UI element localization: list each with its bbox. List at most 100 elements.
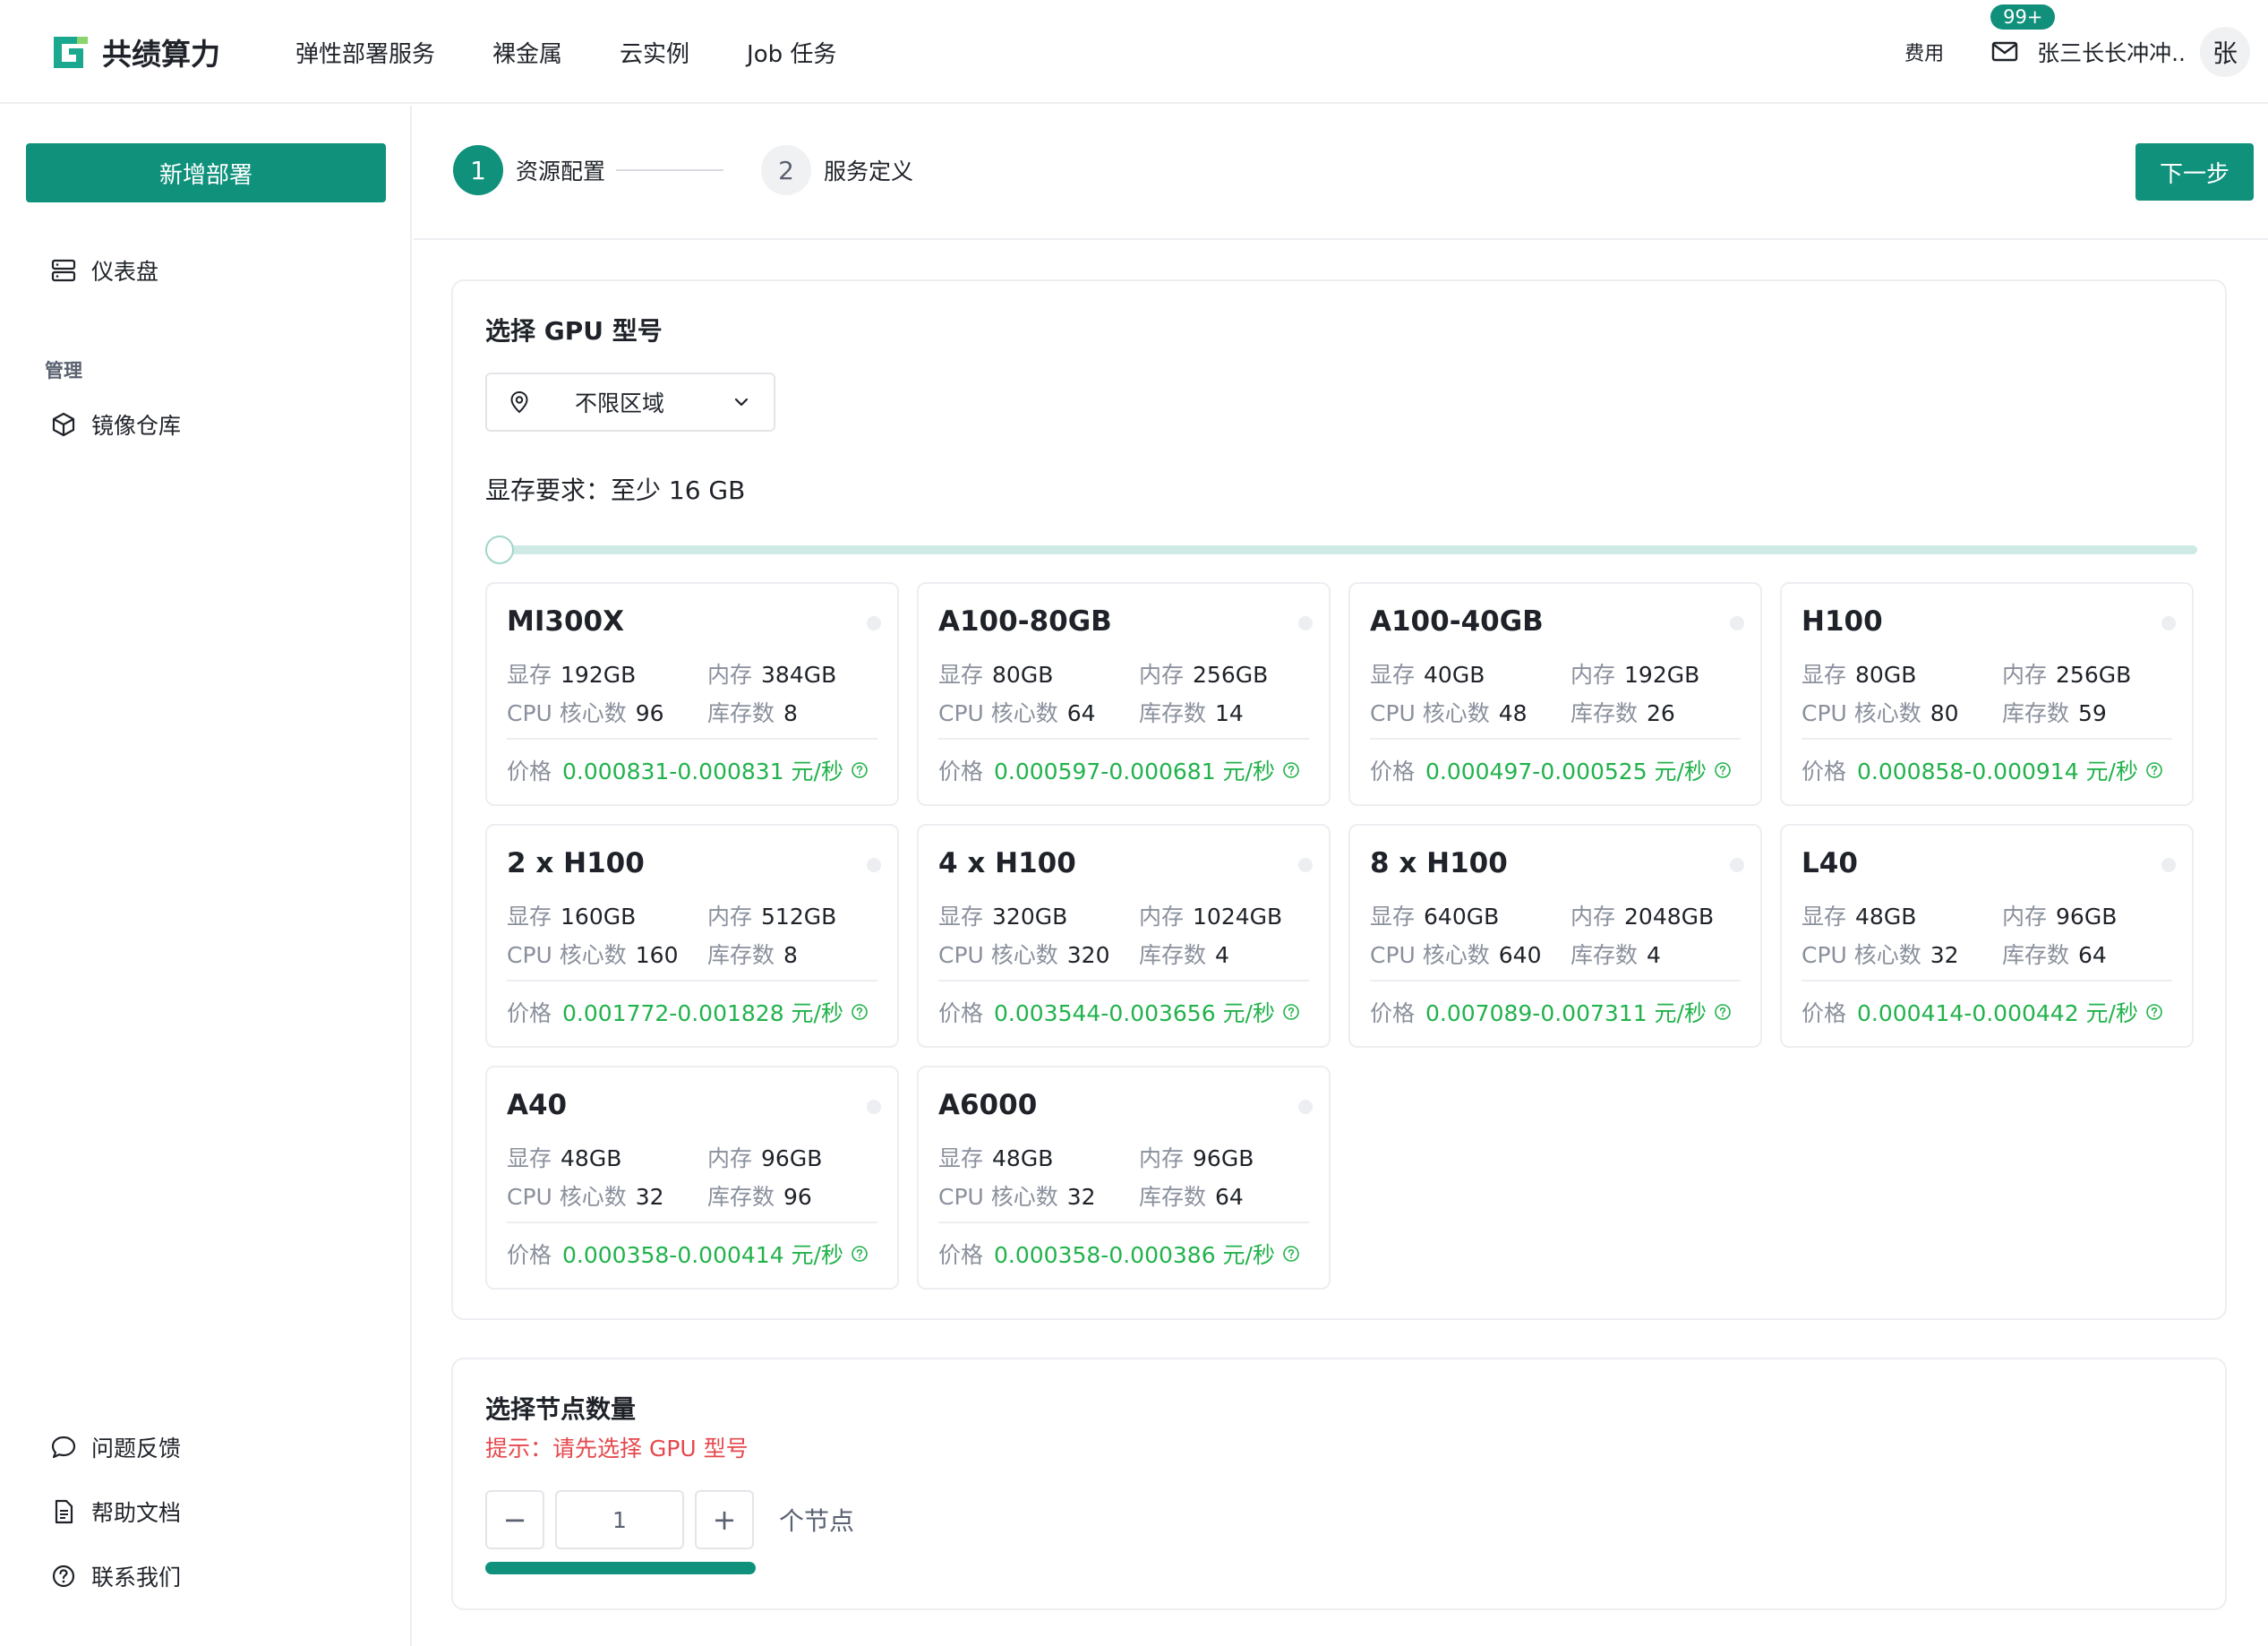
fee-link[interactable]: 费用 [1904,38,1944,66]
gpu-radio[interactable] [1298,616,1313,630]
spec-value: 64 [2078,942,2107,968]
gpu-card[interactable]: 4 x H100 显存 320GB 内存 1024GB CPU 核心数 320 库存数 4 价格 0… [917,824,1331,1048]
question-circle-icon[interactable] [851,1245,869,1263]
gpu-price: 价格 0.000597-0.000681 元/秒 [938,754,1300,786]
gpu-select-panel: 选择 GPU 型号 不限区域 显存要求：至少 16 GB MI300X 显存 192… [451,279,2227,1320]
question-circle-icon[interactable] [2145,1003,2163,1021]
spec-key: 内存 [1570,904,1616,930]
card-divider [938,1222,1309,1223]
mail-button[interactable]: 99+ [1990,4,2056,67]
nav-cloud-instance[interactable]: 云实例 [620,36,689,69]
node-section-title: 选择节点数量 [485,1394,637,1424]
nav-job-task[interactable]: Job 任务 [747,36,836,69]
question-circle-icon[interactable] [1282,1245,1300,1263]
price-key: 价格 [1802,759,1847,784]
gpu-radio[interactable] [867,1100,881,1114]
brand-logo[interactable]: 共绩算力 [50,30,220,73]
question-circle-icon[interactable] [2145,761,2163,779]
spec-key: CPU 核心数 [1370,942,1490,968]
gpu-card[interactable]: A100-40GB 显存 40GB 内存 192GB CPU 核心数 48 库存数 26 价格 0.… [1348,582,1762,806]
new-deployment-button[interactable]: 新增部署 [26,143,386,202]
gpu-card[interactable]: A6000 显存 48GB 内存 96GB CPU 核心数 32 库存数 64 价格 0.00035… [917,1066,1331,1290]
step-service-definition[interactable]: 2 服务定义 [761,145,913,195]
decrement-button[interactable]: − [485,1490,544,1549]
spec-key: 内存 [707,1145,753,1171]
sidebar-item-label: 帮助文档 [91,1500,182,1526]
gpu-card[interactable]: 2 x H100 显存 160GB 内存 512GB CPU 核心数 160 库存数 8 价格 0.… [485,824,899,1048]
question-circle-icon[interactable] [851,1003,869,1021]
gpu-card[interactable]: 8 x H100 显存 640GB 内存 2048GB CPU 核心数 640 库存数 4 价格 0… [1348,824,1762,1048]
gpu-card[interactable]: H100 显存 80GB 内存 256GB CPU 核心数 80 库存数 59 价格 0.00085… [1780,582,2194,806]
spec-key: 库存数 [1139,700,1207,726]
mail-badge: 99+ [1990,4,2056,30]
question-circle-icon[interactable] [1714,1003,1732,1021]
increment-button[interactable]: + [695,1490,754,1549]
slider-track[interactable] [485,545,2197,554]
user-name[interactable]: 张三长长冲冲.. [2037,36,2186,68]
region-select[interactable]: 不限区域 [485,373,775,432]
gpu-ram: 内存 2048GB [1570,899,1714,931]
gpu-stock: 库存数 4 [1139,938,1229,970]
avatar[interactable]: 张 [2200,27,2250,77]
gpu-stock: 库存数 64 [1139,1179,1244,1212]
question-circle-icon[interactable] [851,761,869,779]
sidebar-item-help-docs[interactable]: 帮助文档 [50,1496,181,1528]
nav-elastic-deploy[interactable]: 弹性部署服务 [295,36,435,69]
spec-value: 32 [1930,942,1959,968]
gpu-radio[interactable] [2161,616,2176,630]
node-count-input[interactable] [555,1490,684,1549]
sidebar-item-image-repo[interactable]: 镜像仓库 [50,408,181,441]
price-value: 0.000497-0.000525 元/秒 [1425,759,1707,784]
gpu-cpu: CPU 核心数 320 [938,938,1110,970]
gpu-radio[interactable] [1730,616,1744,630]
mail-icon [1991,41,2018,62]
gpu-card[interactable]: A40 显存 48GB 内存 96GB CPU 核心数 32 库存数 96 价格 0.000358-… [485,1066,899,1290]
sidebar-item-contact[interactable]: 联系我们 [50,1560,181,1592]
gpu-radio[interactable] [867,616,881,630]
question-circle-icon[interactable] [1282,761,1300,779]
spec-value: 96 [635,700,664,726]
gpu-name: H100 [1802,605,1883,638]
gpu-ram: 内存 1024GB [1139,899,1282,931]
gpu-vram: 显存 80GB [1802,657,1916,690]
step-resource-config[interactable]: 1 资源配置 [453,145,724,195]
gpu-cpu: CPU 核心数 32 [938,1179,1096,1212]
sidebar-item-dashboard[interactable]: 仪表盘 [50,254,158,287]
spec-key: 内存 [1570,662,1616,688]
spec-value: 8 [783,942,798,968]
gpu-radio[interactable] [1730,858,1744,872]
gpu-radio[interactable] [1298,1100,1313,1114]
spec-value: 80 [1930,700,1959,726]
card-divider [1802,980,2172,982]
gpu-name: A100-80GB [938,605,1112,638]
gpu-vram: 显存 160GB [507,899,636,931]
gpu-price: 价格 0.000414-0.000442 元/秒 [1802,996,2163,1028]
gpu-radio[interactable] [1298,858,1313,872]
gpu-radio[interactable] [2161,858,2176,872]
spec-value: 640 [1498,942,1542,968]
gpu-card[interactable]: MI300X 显存 192GB 内存 384GB CPU 核心数 96 库存数 8 价格 0.000… [485,582,899,806]
sidebar-item-label: 问题反馈 [91,1436,182,1462]
step-label: 资源配置 [516,159,606,184]
gpu-card[interactable]: L40 显存 48GB 内存 96GB CPU 核心数 32 库存数 64 价格 0.000414-… [1780,824,2194,1048]
top-header: 共绩算力 弹性部署服务 裸金属 云实例 Job 任务 费用 99+ 张三长长冲冲… [0,0,2268,104]
slider-handle[interactable] [485,536,514,564]
nav-bare-metal[interactable]: 裸金属 [492,36,562,69]
gpu-stock: 库存数 8 [707,696,798,728]
gpu-radio[interactable] [867,858,881,872]
price-value: 0.003544-0.003656 元/秒 [994,1000,1275,1026]
spec-key: CPU 核心数 [507,700,627,726]
memory-slider[interactable] [485,532,2197,568]
gpu-stock: 库存数 96 [707,1179,812,1212]
question-circle-icon[interactable] [1714,761,1732,779]
price-key: 价格 [507,1000,552,1026]
spec-value: 32 [635,1184,664,1210]
question-circle-icon[interactable] [1282,1003,1300,1021]
spec-value: 192GB [561,662,637,688]
steps-bar: 1 资源配置 2 服务定义 下一步 [414,106,2268,240]
spec-key: CPU 核心数 [1802,942,1921,968]
sidebar-item-feedback[interactable]: 问题反馈 [50,1431,181,1463]
gpu-card[interactable]: A100-80GB 显存 80GB 内存 256GB CPU 核心数 64 库存数 14 价格 0.… [917,582,1331,806]
sidebar-item-label: 镜像仓库 [91,413,182,439]
next-step-button[interactable]: 下一步 [2135,143,2254,201]
